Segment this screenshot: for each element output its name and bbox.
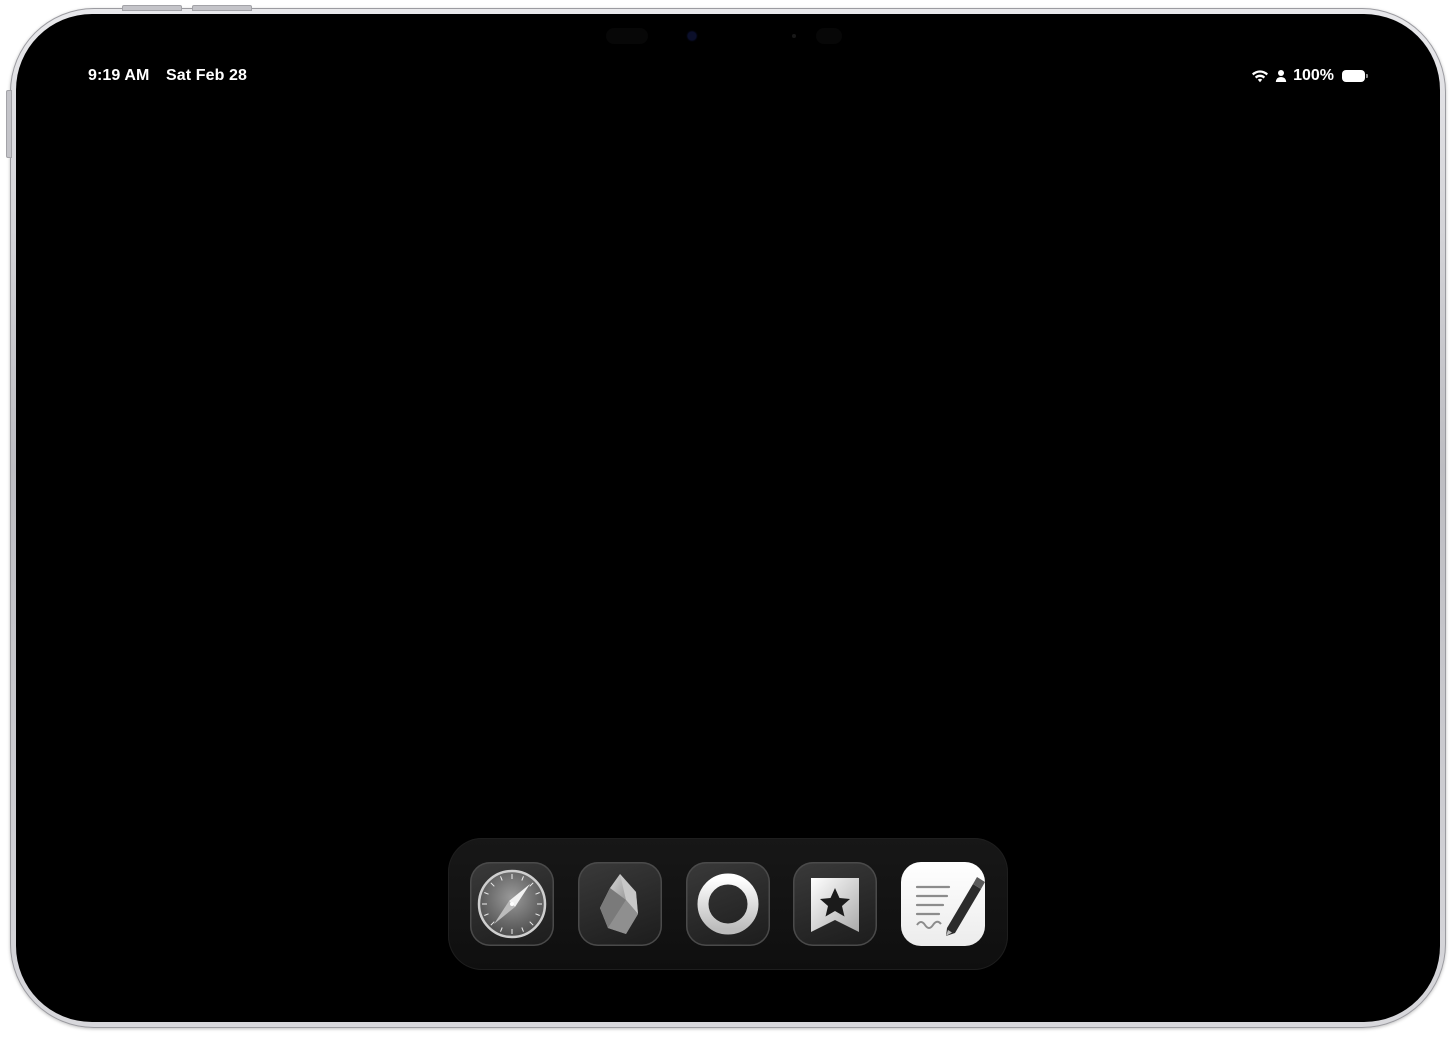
dock-app-ring[interactable] <box>686 862 770 946</box>
top-button-2 <box>192 5 252 11</box>
dock-app-bookmarks[interactable] <box>793 862 877 946</box>
person-icon <box>1275 69 1287 83</box>
status-left: 9:19 AM Sat Feb 28 <box>88 67 259 85</box>
side-button <box>6 90 12 158</box>
status-right: 100% <box>1251 66 1368 86</box>
battery-percent: 100% <box>1293 67 1334 84</box>
bookmark-star-icon <box>811 878 859 932</box>
status-bar: 9:19 AM Sat Feb 28 100% <box>16 14 1440 84</box>
ring-icon <box>697 873 759 935</box>
dock-app-notes[interactable] <box>901 862 985 946</box>
wifi-icon <box>1251 69 1269 83</box>
dock-app-safari[interactable] <box>470 862 554 946</box>
notes-pen-icon <box>915 877 985 936</box>
status-time: 9:19 AM <box>88 67 150 84</box>
obsidian-gem-icon <box>600 874 638 934</box>
dock <box>448 838 1008 970</box>
top-button-1 <box>122 5 182 11</box>
safari-compass-icon <box>477 869 547 939</box>
dock-app-obsidian[interactable] <box>578 862 662 946</box>
status-date: Sat Feb 28 <box>166 67 248 84</box>
home-screen: 9:19 AM Sat Feb 28 100% <box>16 14 1440 1022</box>
battery-icon <box>1342 70 1368 82</box>
